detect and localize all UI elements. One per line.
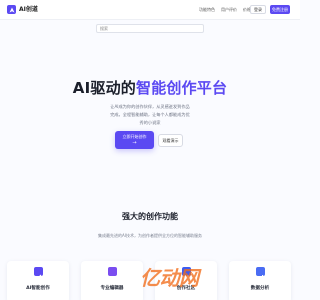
hero-title-part2: 智能创作平台: [136, 79, 228, 97]
logo-icon: [7, 5, 16, 14]
feature-card-title: 专业编辑器: [100, 286, 124, 291]
features-title: 强大的创作功能: [122, 212, 178, 221]
start-creating-label: 立即开始创作: [122, 134, 147, 139]
hero-subtitle: 让AI成为你的创作伙伴，从灵感迸发到作品完成，全程智能辅助，让每个人都能成为优秀…: [110, 104, 190, 125]
register-button[interactable]: 免费注册: [270, 5, 290, 14]
feature-card-ai[interactable]: AI智能创作: [7, 261, 69, 300]
feature-card-editor[interactable]: 专业编辑器: [81, 261, 143, 300]
pen-icon: [108, 267, 117, 281]
site-watermark: 亿动网: [140, 265, 300, 291]
magic-icon: [34, 267, 43, 280]
hero-title: AI驱动的智能创作平台: [0, 79, 300, 97]
arrow-right-icon: →: [132, 140, 137, 146]
features-subtitle: 集成最先进的AI技术，为创作者提供全方位的智能辅助服务: [98, 233, 202, 238]
top-navbar: AI创道 功能特色 用户评价 价格方案 登录 免费注册: [0, 0, 300, 20]
nav-features[interactable]: 功能特色: [199, 7, 215, 13]
watch-demo-button[interactable]: 观看演示: [158, 134, 183, 147]
feature-card-title: AI智能创作: [26, 286, 50, 291]
watermark-text: 亿动网: [140, 266, 199, 290]
start-creating-button[interactable]: 立即开始创作 →: [115, 131, 154, 149]
search-input[interactable]: 搜索: [96, 24, 204, 33]
brand-logo[interactable]: AI创道: [7, 5, 38, 14]
nav-reviews[interactable]: 用户评价: [221, 7, 237, 13]
brand-name: AI创道: [19, 6, 38, 13]
hero-title-part1: AI驱动的: [72, 79, 136, 97]
login-button[interactable]: 登录: [250, 5, 266, 14]
